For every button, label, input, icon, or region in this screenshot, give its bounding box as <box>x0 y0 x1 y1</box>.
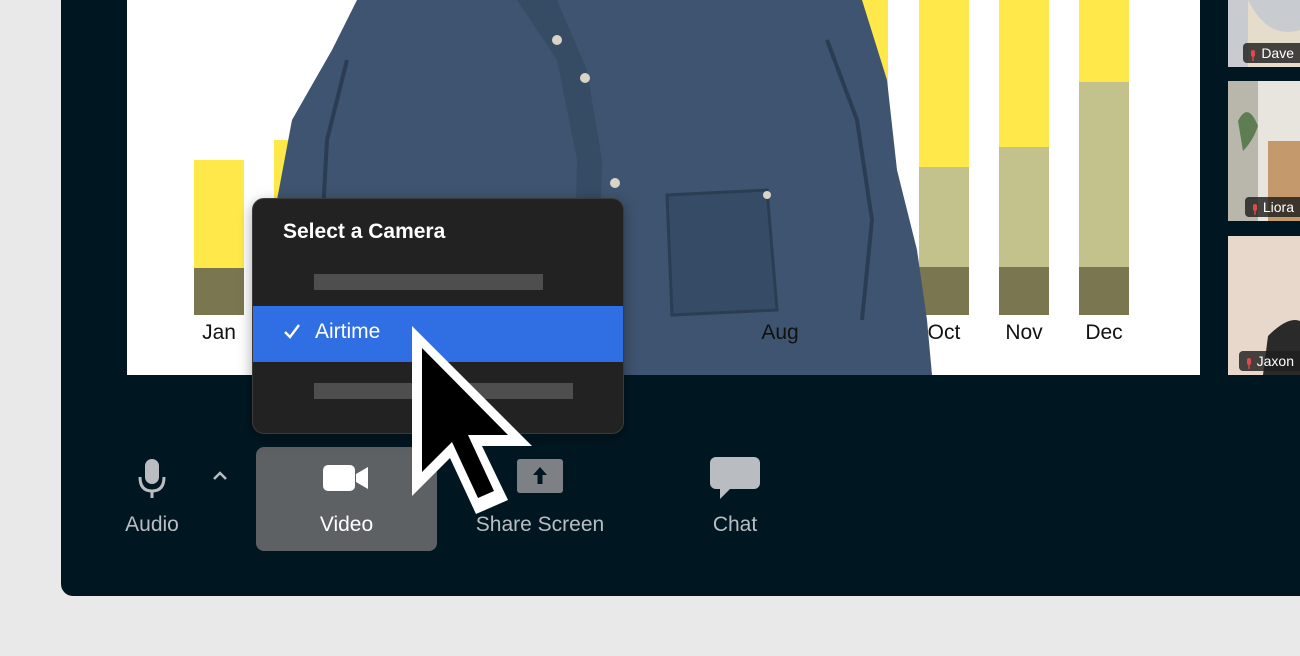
participant-name: Liora <box>1262 199 1294 215</box>
participant-tile-dave[interactable]: Dave <box>1228 0 1300 67</box>
menu-title: Select a Camera <box>283 220 446 243</box>
participant-name: Dave <box>1261 45 1294 61</box>
chart-label-oct: Oct <box>927 321 961 344</box>
participant-tile-liora[interactable]: Liora <box>1228 81 1300 221</box>
chevron-up-icon <box>213 471 227 480</box>
chat-icon <box>710 457 760 499</box>
participant-tile-jaxon[interactable]: Jaxon <box>1228 236 1300 375</box>
chart-label-jan: Jan <box>202 321 236 344</box>
mic-muted-icon <box>1249 48 1257 61</box>
checkmark-icon <box>282 321 302 347</box>
camera-option-placeholder[interactable] <box>314 274 543 290</box>
chat-button[interactable]: Chat <box>695 447 775 551</box>
chart-label-nov: Nov <box>1005 321 1043 344</box>
chart-label-dec: Dec <box>1085 321 1123 344</box>
participant-label: Liora <box>1244 197 1300 217</box>
audio-button[interactable]: Audio <box>112 447 192 551</box>
chat-label: Chat <box>712 513 758 536</box>
participant-label: Jaxon <box>1238 351 1300 371</box>
mic-muted-icon <box>1245 356 1253 369</box>
audio-options-chevron[interactable] <box>205 462 235 492</box>
video-camera-icon <box>323 465 368 491</box>
camera-option-label: Airtime <box>315 320 381 343</box>
chart-label-aug: Aug <box>750 321 810 345</box>
participant-label: Dave <box>1243 43 1300 63</box>
microphone-icon <box>138 459 166 498</box>
mouse-pointer-icon <box>412 326 532 514</box>
mic-muted-icon <box>1251 202 1259 215</box>
audio-label: Audio <box>125 513 179 536</box>
participant-name: Jaxon <box>1256 353 1294 369</box>
